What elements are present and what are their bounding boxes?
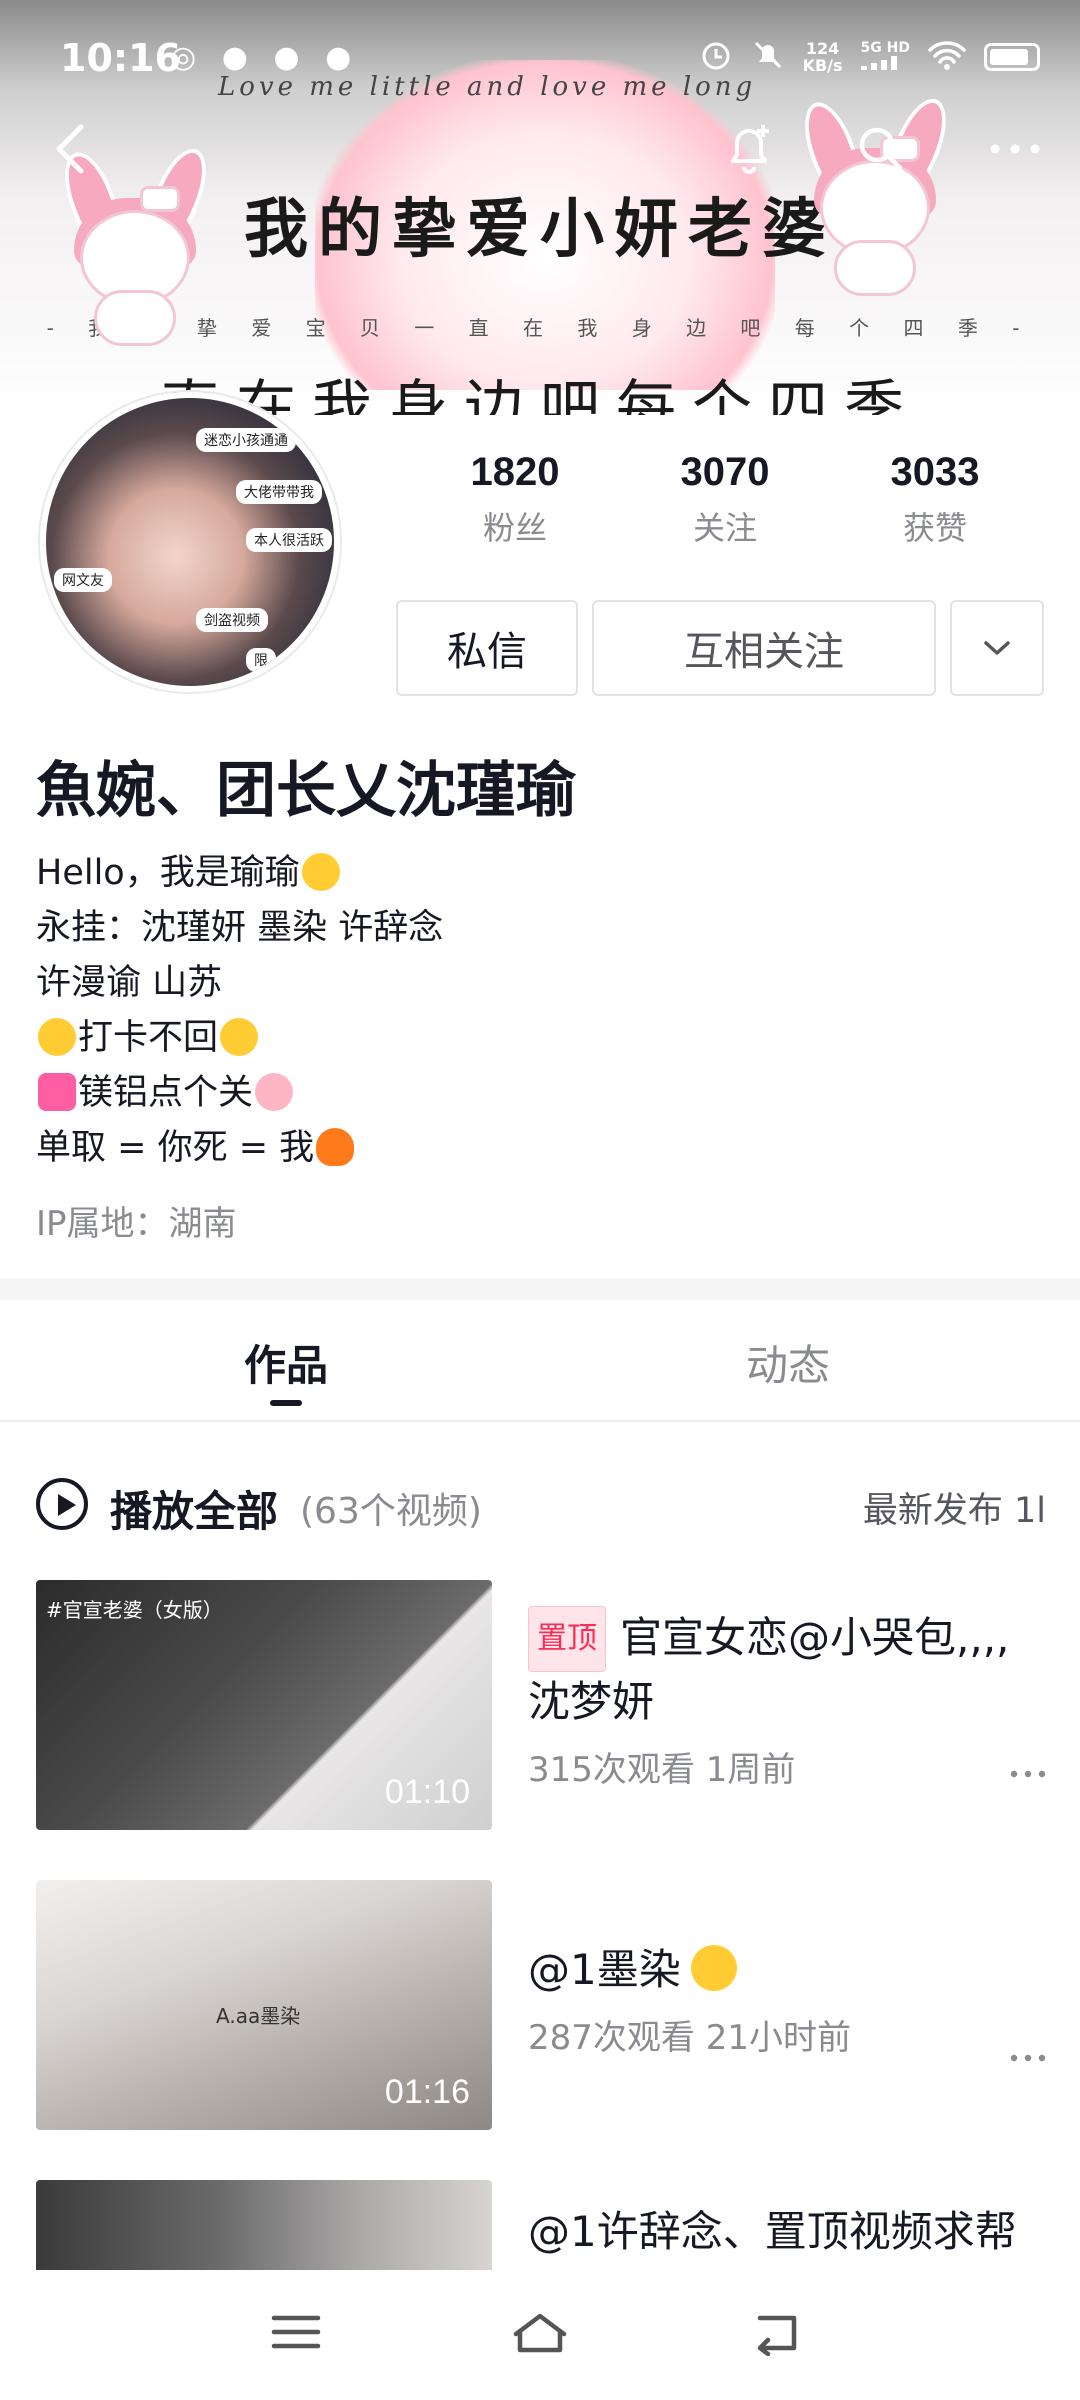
avatar-sticker: 限 (246, 648, 276, 672)
profile-stats: 1820 粉丝 3070 关注 3033 获赞 (410, 450, 1040, 550)
wifi-icon (928, 40, 966, 74)
system-navigation-bar (0, 2270, 1080, 2400)
notification-icons: ◎ ● ● ● (170, 40, 360, 75)
video-count: (63个视频) (300, 1491, 482, 1532)
video-info: @1许辞念、置顶视频求帮 (528, 2202, 1046, 2262)
status-time: 10:16 (60, 36, 181, 80)
tab-works[interactable]: 作品 (244, 1332, 328, 1393)
thumbnail-caption: A.aa墨染 (216, 2004, 301, 2028)
tab-dynamic[interactable]: 动态 (746, 1332, 830, 1393)
video-info: 置顶 官宣女恋@小哭包,,,, 沈梦妍 315次观看 1周前 (528, 1606, 1046, 1791)
expand-button[interactable] (950, 600, 1044, 696)
sort-selector[interactable]: 最新发布 1l (863, 1482, 1046, 1533)
avatar-sticker: 本人很活跃 (246, 528, 332, 552)
alarm-icon (699, 38, 733, 76)
fire-emoji-icon (316, 1128, 355, 1166)
play-all-row: 播放全部 (63个视频) 最新发布 1l (36, 1470, 1046, 1540)
video-duration: 01:16 (384, 2073, 470, 2111)
video-title: @1墨染 (528, 1945, 681, 1994)
top-navigation (0, 110, 1080, 190)
back-nav-button[interactable] (750, 2310, 810, 2360)
back-icon (757, 2315, 797, 2357)
video-more-button[interactable] (1010, 1746, 1046, 1787)
status-bar: 10:16 ◎ ● ● ● 124 KB/s 5G HD (0, 0, 1080, 110)
bell-plus-icon (731, 125, 769, 174)
mute-icon (751, 38, 785, 76)
video-title: @1许辞念、置顶视频求帮 (528, 2207, 1017, 2256)
avatar-sticker: 迷恋小孩通通 (196, 428, 296, 452)
signal-icon: 5G HD (860, 40, 910, 74)
video-meta: 287次观看 21小时前 (528, 2018, 851, 2058)
pig-emoji-icon (255, 1073, 294, 1111)
sweat-emoji-icon (38, 1018, 76, 1056)
following-count: 3070 (680, 450, 770, 494)
bio-line: Hello，我是瑜瑜 (36, 846, 443, 901)
video-meta: 315次观看 1周前 (528, 1750, 796, 1790)
menu-button[interactable] (270, 2310, 330, 2360)
avatar-sticker: 网文友 (54, 568, 112, 592)
likes-stat[interactable]: 3033 获赞 (830, 450, 1040, 550)
video-more-button[interactable] (1010, 2030, 1046, 2071)
bio-line: 镁铝点个关 (36, 1066, 443, 1121)
followers-count: 1820 (470, 450, 560, 494)
more-options-button[interactable] (980, 114, 1050, 184)
video-title-row: 置顶 官宣女恋@小哭包,,,, 沈梦妍 (528, 1606, 1046, 1732)
menu-icon (271, 2315, 321, 2349)
video-title-row: @1墨染 (528, 1940, 1046, 2000)
video-list-item[interactable]: A.aa墨染 01:16 @1墨染 287次观看 21小时前 (36, 1880, 1046, 2130)
battery-icon (984, 43, 1040, 71)
followers-stat[interactable]: 1820 粉丝 (410, 450, 620, 550)
likes-count: 3033 (890, 450, 980, 494)
following-stat[interactable]: 3070 关注 (620, 450, 830, 550)
bio-line: 许漫谕 山苏 (36, 963, 223, 1003)
notification-bell-button[interactable] (714, 114, 784, 184)
mutual-follow-button[interactable]: 互相关注 (592, 600, 936, 696)
avatar-sticker: 大佬带带我 (236, 480, 322, 504)
followers-label: 粉丝 (482, 509, 547, 547)
following-label: 关注 (692, 509, 757, 547)
avatar-sticker: 剑盗视频 (196, 608, 268, 632)
heart-emoji-icon (38, 1073, 76, 1111)
profile-nickname: 魚婉、团长乂沈瑾瑜 (36, 756, 576, 826)
bio-line: 打卡不回 (36, 1011, 443, 1066)
more-icon (990, 144, 1040, 154)
pinned-badge: 置顶 (528, 1606, 606, 1672)
back-button[interactable] (36, 114, 106, 184)
grin-emoji-icon (690, 1945, 737, 1991)
ip-location: IP属地：湖南 (36, 1204, 237, 1244)
message-button[interactable]: 私信 (396, 600, 578, 696)
more-icon (1010, 1770, 1046, 1778)
bio-line: 单取 = 你死 = 我 (36, 1121, 443, 1176)
home-icon (513, 2313, 567, 2353)
net-speed: 124 KB/s (802, 39, 843, 75)
likes-label: 获赞 (902, 509, 967, 547)
tab-indicator (270, 1400, 302, 1406)
kiss-emoji-icon (301, 853, 340, 891)
avatar[interactable]: 迷恋小孩通通 大佬带带我 本人很活跃 剑盗视频 网文友 限 (40, 392, 340, 692)
video-thumbnail[interactable]: #官宣老婆（女版） 01:10 (36, 1580, 492, 1830)
chevron-down-icon (984, 641, 1010, 655)
home-button[interactable] (510, 2310, 570, 2360)
video-list-item[interactable]: @1许辞念、置顶视频求帮 (36, 2180, 1046, 2270)
play-all-button[interactable]: 播放全部 (110, 1478, 278, 1539)
profile-tabs: 作品 动态 (0, 1300, 1080, 1422)
play-circle-icon[interactable] (36, 1478, 88, 1530)
video-thumbnail[interactable] (36, 2180, 492, 2270)
status-right-group: 124 KB/s 5G HD (699, 38, 1040, 76)
hug-emoji-icon (220, 1018, 259, 1056)
video-duration: 01:10 (384, 1773, 470, 1811)
more-icon (1010, 2054, 1046, 2062)
video-info: @1墨染 287次观看 21小时前 (528, 1940, 1046, 2059)
thumbnail-caption: #官宣老婆（女版） (46, 1598, 223, 1622)
video-list-item[interactable]: #官宣老婆（女版） 01:10 置顶 官宣女恋@小哭包,,,, 沈梦妍 315次观… (36, 1580, 1046, 1830)
video-thumbnail[interactable]: A.aa墨染 01:16 (36, 1880, 492, 2130)
search-button[interactable] (846, 114, 916, 184)
search-icon (859, 127, 903, 171)
bio-line: 永挂：沈瑾妍 墨染 许辞念 (36, 908, 444, 948)
section-divider (0, 1278, 1080, 1300)
profile-bio: Hello，我是瑜瑜 永挂：沈瑾妍 墨染 许辞念 许漫谕 山苏 打卡不回 镁铝点… (36, 846, 443, 1176)
